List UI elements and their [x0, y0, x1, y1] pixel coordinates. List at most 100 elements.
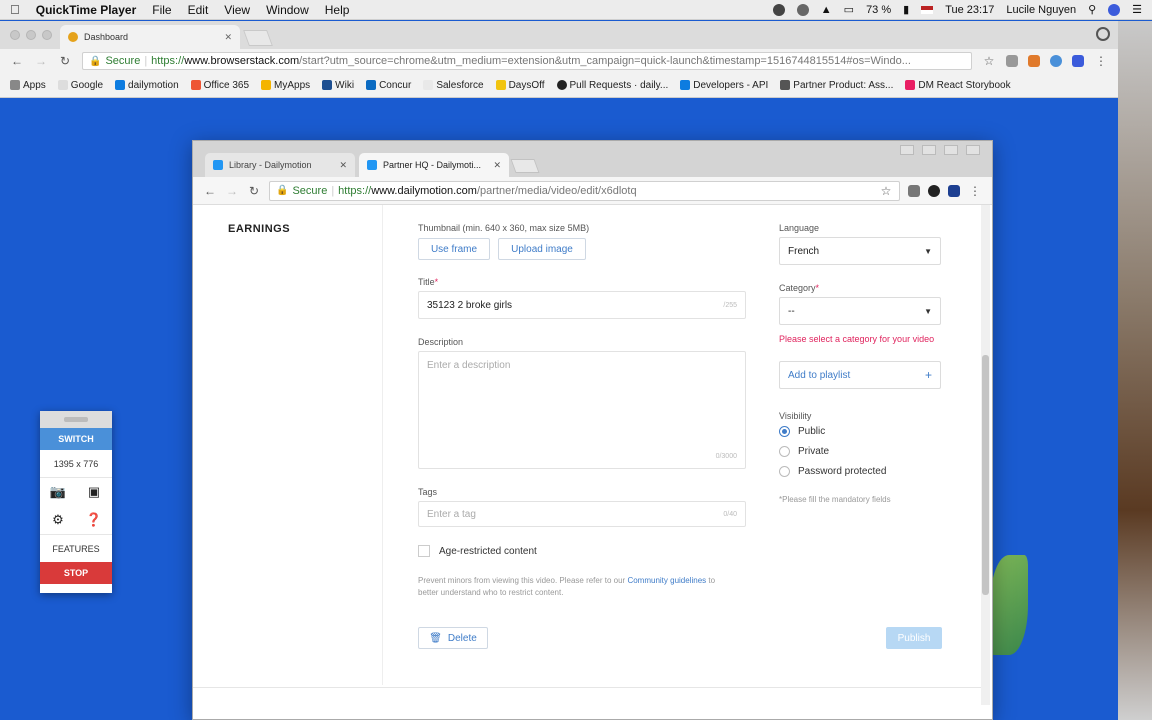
- extension-icon-4[interactable]: [1072, 55, 1084, 67]
- back-icon[interactable]: ←: [10, 54, 24, 68]
- page-scrollbar[interactable]: [981, 205, 990, 705]
- bookmark-apps[interactable]: Apps: [10, 80, 46, 91]
- close-tab-icon[interactable]: ✕: [339, 160, 347, 171]
- siri-icon[interactable]: [1108, 3, 1121, 16]
- notification-center-icon[interactable]: ☰: [1132, 3, 1142, 16]
- close-tab-icon[interactable]: ✕: [224, 32, 232, 43]
- extension-icon-2[interactable]: [1028, 55, 1040, 67]
- use-frame-button[interactable]: Use frame: [418, 238, 490, 260]
- drag-handle[interactable]: [40, 411, 112, 428]
- menu-app-name[interactable]: QuickTime Player: [36, 3, 137, 17]
- forward-icon[interactable]: →: [225, 184, 239, 198]
- tab-library[interactable]: Library - Dailymotion ✕: [205, 153, 355, 177]
- address-bar[interactable]: 🔒 Secure | https://www.browserstack.com /…: [82, 52, 972, 70]
- tab-dashboard[interactable]: Dashboard ✕: [60, 25, 240, 49]
- extension-icon-1[interactable]: [908, 184, 920, 197]
- dailymotion-favicon-icon: [367, 160, 377, 170]
- bookmark-myapps[interactable]: MyApps: [261, 80, 310, 91]
- radio-password[interactable]: [779, 466, 790, 477]
- menu-window[interactable]: Window: [266, 3, 309, 17]
- close-window-button[interactable]: [10, 30, 20, 40]
- profile-icon[interactable]: [1096, 27, 1110, 41]
- close-tab-icon[interactable]: ✕: [493, 160, 501, 171]
- bookmark-salesforce[interactable]: Salesforce: [423, 80, 484, 91]
- bookmark-concur[interactable]: Concur: [366, 80, 411, 91]
- menu-view[interactable]: View: [224, 3, 250, 17]
- browserstack-favicon-icon: [68, 32, 78, 42]
- bookmark-office365[interactable]: Office 365: [190, 80, 249, 91]
- airplay-icon[interactable]: ▭: [844, 3, 854, 16]
- new-tab-button[interactable]: [510, 159, 540, 173]
- menu-help[interactable]: Help: [325, 3, 350, 17]
- menu-edit[interactable]: Edit: [188, 3, 209, 17]
- category-select[interactable]: -- ▼: [779, 297, 941, 325]
- visibility-option-public[interactable]: Public: [779, 426, 825, 437]
- switch-button[interactable]: SWITCH: [40, 428, 112, 450]
- battery-icon[interactable]: ▮: [903, 3, 909, 16]
- new-tab-button[interactable]: [243, 30, 273, 46]
- description-textarea[interactable]: Enter a description 0/3000: [418, 351, 746, 469]
- language-select[interactable]: French ▼: [779, 237, 941, 265]
- extension-icon-3[interactable]: [948, 184, 960, 197]
- status-app-icon[interactable]: [772, 3, 785, 16]
- age-restricted-checkbox[interactable]: [418, 545, 430, 557]
- bookmark-partner-product[interactable]: Partner Product: Ass...: [780, 80, 893, 91]
- community-guidelines-link[interactable]: Community: [627, 576, 667, 585]
- forward-icon[interactable]: →: [34, 54, 48, 68]
- visibility-option-private[interactable]: Private: [779, 446, 829, 457]
- zoom-window-button[interactable]: [42, 30, 52, 40]
- reload-icon[interactable]: ↻: [58, 54, 72, 68]
- restore-icon[interactable]: [944, 145, 958, 155]
- sidebar-item-earnings[interactable]: EARNINGS: [228, 223, 290, 235]
- chrome-menu-icon[interactable]: ⋮: [1094, 54, 1108, 68]
- community-guidelines-link-2[interactable]: guidelines: [670, 576, 706, 585]
- clock[interactable]: Tue 23:17: [945, 4, 994, 16]
- title-input[interactable]: 35123 2 broke girls /255: [418, 291, 746, 319]
- time-machine-icon[interactable]: [796, 3, 809, 16]
- bookmark-star-icon[interactable]: ☆: [982, 54, 996, 68]
- extension-icon-3[interactable]: [1050, 55, 1062, 67]
- close-icon[interactable]: [966, 145, 980, 155]
- help-icon[interactable]: ❓: [76, 506, 112, 534]
- spotlight-icon[interactable]: ⚲: [1088, 3, 1096, 16]
- user-name[interactable]: Lucile Nguyen: [1006, 4, 1076, 16]
- bookmark-daysoff[interactable]: DaysOff: [495, 80, 545, 91]
- bookmark-google[interactable]: Google: [57, 80, 103, 91]
- publish-button[interactable]: Publish: [886, 627, 942, 649]
- bookmark-wiki[interactable]: Wiki: [322, 80, 354, 91]
- tab-partner-hq[interactable]: Partner HQ - Dailymoti... ✕: [359, 153, 509, 177]
- scrollbar-thumb[interactable]: [982, 355, 989, 595]
- bookmark-star-icon[interactable]: ☆: [879, 184, 893, 198]
- stop-button[interactable]: STOP: [40, 562, 112, 584]
- bookmark-dailymotion[interactable]: dailymotion: [115, 80, 179, 91]
- bookmark-pull-requests[interactable]: Pull Requests · daily...: [556, 80, 668, 91]
- menu-file[interactable]: File: [152, 3, 171, 17]
- chrome-menu-icon[interactable]: ⋮: [968, 184, 982, 198]
- screens-icon[interactable]: ▣: [76, 478, 112, 506]
- minimize-window-button[interactable]: [26, 30, 36, 40]
- bookmark-developers-api[interactable]: Developers - API: [680, 80, 768, 91]
- upload-image-button[interactable]: Upload image: [498, 238, 586, 260]
- minimize-icon[interactable]: [922, 145, 936, 155]
- camera-icon[interactable]: 📷: [40, 478, 76, 506]
- radio-public[interactable]: [779, 426, 790, 437]
- reload-icon[interactable]: ↻: [247, 184, 261, 198]
- radio-private[interactable]: [779, 446, 790, 457]
- extension-icon-1[interactable]: [1006, 55, 1018, 67]
- bookmark-dm-storybook[interactable]: DM React Storybook: [905, 80, 1011, 91]
- gear-icon[interactable]: ⚙: [40, 506, 76, 534]
- outer-tab-strip: Dashboard ✕: [0, 21, 1118, 49]
- person-icon[interactable]: [900, 145, 914, 155]
- visibility-option-password[interactable]: Password protected: [779, 466, 886, 477]
- add-to-playlist-button[interactable]: Add to playlist +: [779, 361, 941, 389]
- wifi-icon[interactable]: ▲: [821, 4, 832, 16]
- tags-input[interactable]: Enter a tag 0/40: [418, 501, 746, 527]
- extension-icon-2[interactable]: [928, 184, 940, 197]
- apple-icon[interactable]: : [10, 2, 20, 17]
- chevron-down-icon: ▼: [924, 306, 932, 316]
- address-bar[interactable]: 🔒 Secure | https://www.dailymotion.com/p…: [269, 180, 900, 201]
- delete-button[interactable]: 🗑 Delete: [418, 627, 488, 649]
- back-icon[interactable]: ←: [203, 184, 217, 198]
- features-button[interactable]: FEATURES: [40, 534, 112, 562]
- flag-icon[interactable]: [921, 5, 934, 14]
